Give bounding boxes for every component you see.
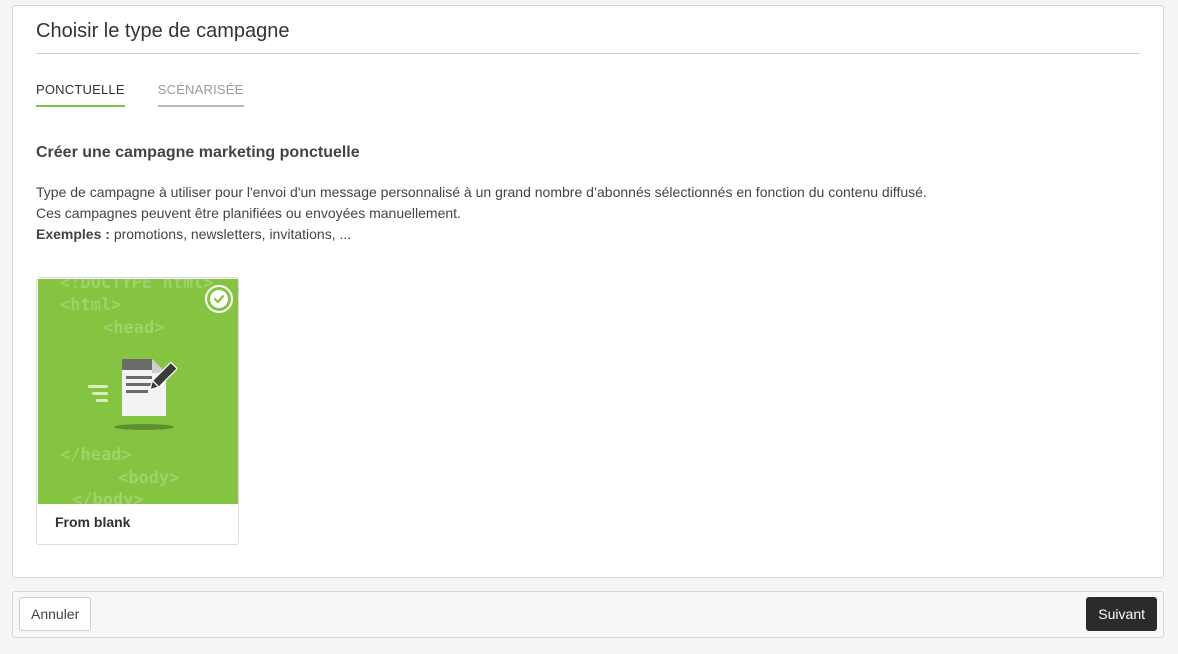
campaign-type-tabs: PONCTUELLE SCÉNARISÉE	[36, 82, 244, 107]
template-thumbnail: <!DOCTYPE html> <html> <head> </head> <b…	[38, 279, 238, 504]
examples-text: promotions, newsletters, invitations, ..…	[109, 226, 352, 242]
code-line: <head>	[103, 318, 165, 338]
template-card-from-blank[interactable]: <!DOCTYPE html> <html> <head> </head> <b…	[36, 277, 239, 545]
section-heading: Créer une campagne marketing ponctuelle	[36, 144, 360, 161]
document-edit-icon	[88, 359, 178, 430]
code-line: <html>	[60, 295, 122, 315]
description-line: Ces campagnes peuvent être planifiées ou…	[36, 205, 461, 221]
code-line: <!DOCTYPE html>	[60, 279, 214, 293]
examples-line: Exemples : promotions, newsletters, invi…	[36, 224, 927, 245]
cancel-button[interactable]: Annuler	[19, 597, 92, 631]
check-circle-icon	[205, 285, 233, 313]
section-description: Type de campagne à utiliser pour l'envoi…	[36, 182, 927, 245]
tab-ponctuelle[interactable]: PONCTUELLE	[36, 82, 125, 107]
template-card-label: From blank	[55, 514, 131, 530]
next-button[interactable]: Suivant	[1086, 597, 1157, 631]
tab-scenarisee[interactable]: SCÉNARISÉE	[157, 82, 244, 107]
description-line: Type de campagne à utiliser pour l'envoi…	[36, 184, 927, 200]
examples-label: Exemples :	[36, 226, 110, 242]
page-title: Choisir le type de campagne	[36, 20, 290, 42]
footer-bar: Annuler Suivant	[12, 591, 1164, 638]
campaign-type-panel: Choisir le type de campagne PONCTUELLE S…	[12, 5, 1164, 578]
code-line: <body>	[118, 468, 180, 488]
code-line: </body>	[72, 490, 144, 504]
title-divider	[36, 53, 1140, 54]
code-line: </head>	[60, 445, 132, 465]
